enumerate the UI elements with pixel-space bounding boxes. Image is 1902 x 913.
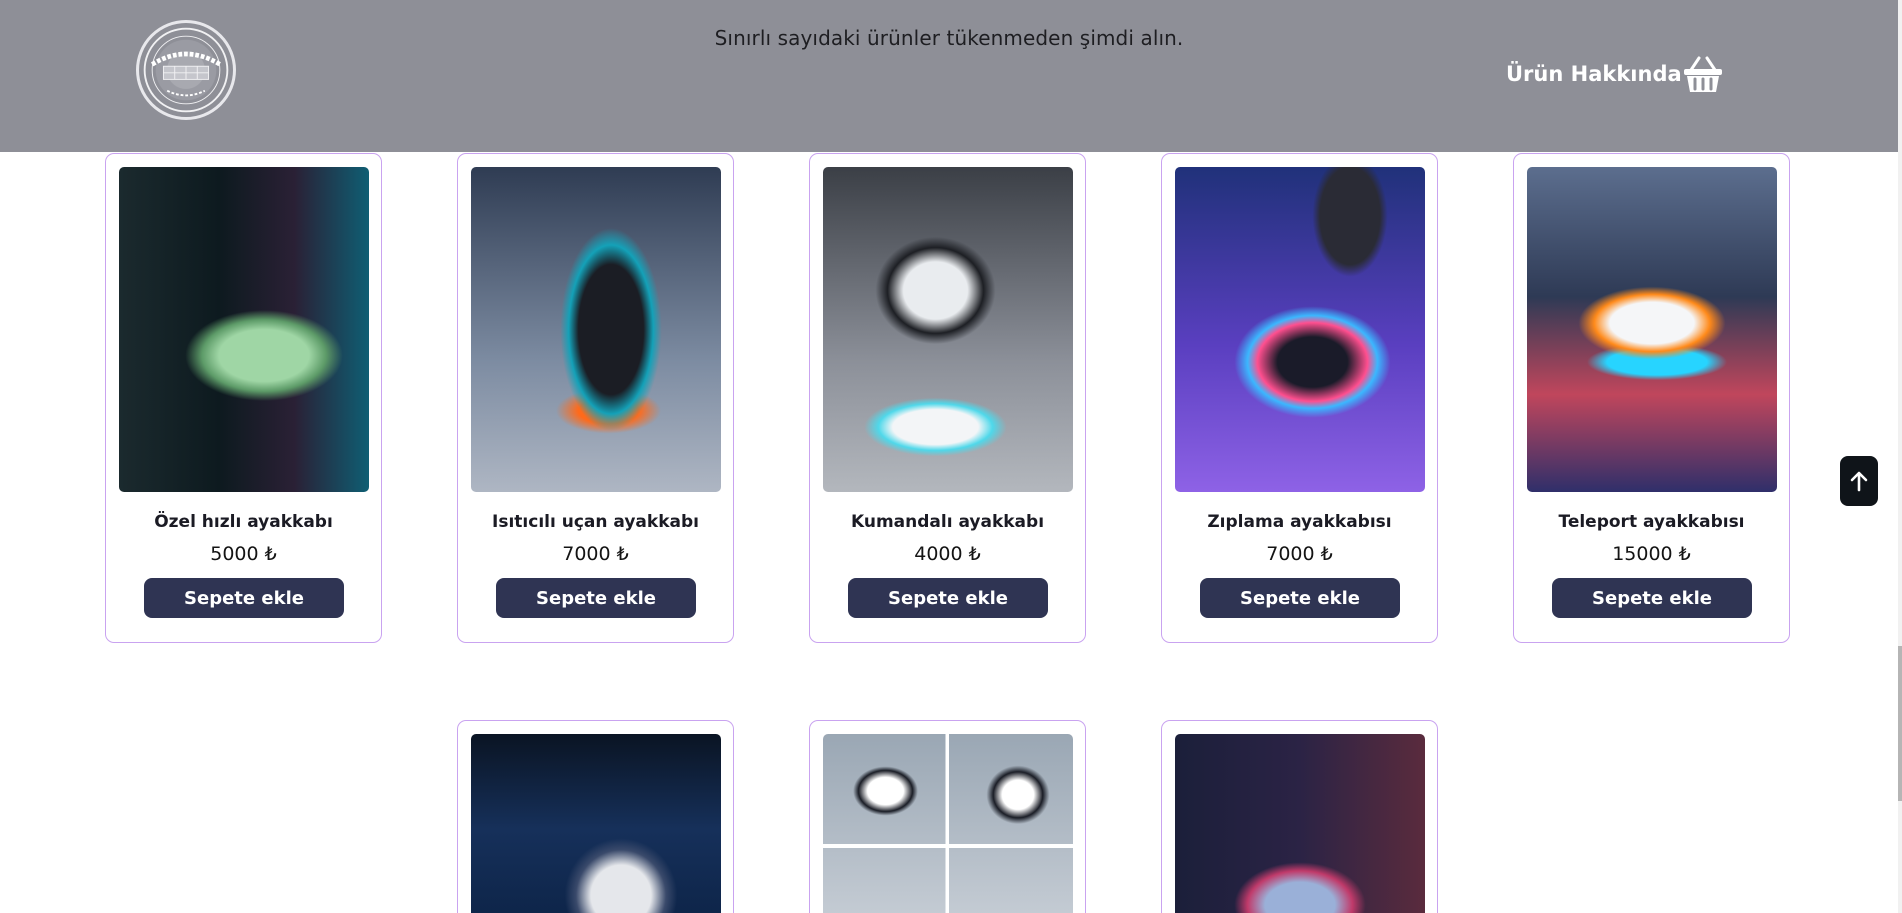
product-price: 7000 ₺ xyxy=(562,543,629,565)
product-image[interactable] xyxy=(119,167,369,492)
product-card: Teleport ayakkabısı 15000 ₺ Sepete ekle xyxy=(1513,153,1790,643)
product-image[interactable] xyxy=(1175,734,1425,913)
product-image[interactable] xyxy=(1527,167,1777,492)
product-image[interactable] xyxy=(471,734,721,913)
product-card: Kumandalı ayakkabı 4000 ₺ Sepete ekle xyxy=(809,153,1086,643)
product-name: Kumandalı ayakkabı xyxy=(850,512,1045,532)
product-image[interactable] xyxy=(823,167,1073,492)
add-to-cart-button[interactable]: Sepete ekle xyxy=(1552,578,1752,618)
product-name: Teleport ayakkabısı xyxy=(1558,512,1745,532)
product-card xyxy=(457,720,734,913)
add-to-cart-button[interactable]: Sepete ekle xyxy=(144,578,344,618)
add-to-cart-button[interactable]: Sepete ekle xyxy=(496,578,696,618)
site-header: Sınırlı sayıdaki ürünler tükenmeden şimd… xyxy=(0,0,1898,152)
product-price: 4000 ₺ xyxy=(914,543,981,565)
product-name: Zıplama ayakkabısı xyxy=(1207,512,1392,532)
product-image[interactable] xyxy=(471,167,721,492)
product-image[interactable] xyxy=(823,734,1073,913)
scrollbar-thumb[interactable] xyxy=(1898,646,1902,801)
add-to-cart-button[interactable]: Sepete ekle xyxy=(1200,578,1400,618)
product-image[interactable] xyxy=(1175,167,1425,492)
product-price: 5000 ₺ xyxy=(210,543,277,565)
add-to-cart-button[interactable]: Sepete ekle xyxy=(848,578,1048,618)
about-product-link[interactable]: Ürün Hakkında xyxy=(1506,62,1682,86)
product-price: 15000 ₺ xyxy=(1612,543,1691,565)
product-price: 7000 ₺ xyxy=(1266,543,1333,565)
product-card: Özel hızlı ayakkabı 5000 ₺ Sepete ekle xyxy=(105,153,382,643)
product-card xyxy=(809,720,1086,913)
product-name: Özel hızlı ayakkabı xyxy=(154,512,333,532)
product-card xyxy=(1161,720,1438,913)
promo-banner-text: Sınırlı sayıdaki ürünler tükenmeden şimd… xyxy=(714,26,1184,50)
product-card: Zıplama ayakkabısı 7000 ₺ Sepete ekle xyxy=(1161,153,1438,643)
product-name: Isıtıcılı uçan ayakkabı xyxy=(492,512,699,532)
arrow-up-icon xyxy=(1850,471,1868,492)
back-to-top-button[interactable] xyxy=(1840,456,1878,506)
basket-icon[interactable] xyxy=(1683,56,1723,94)
product-card: Isıtıcılı uçan ayakkabı 7000 ₺ Sepete ek… xyxy=(457,153,734,643)
